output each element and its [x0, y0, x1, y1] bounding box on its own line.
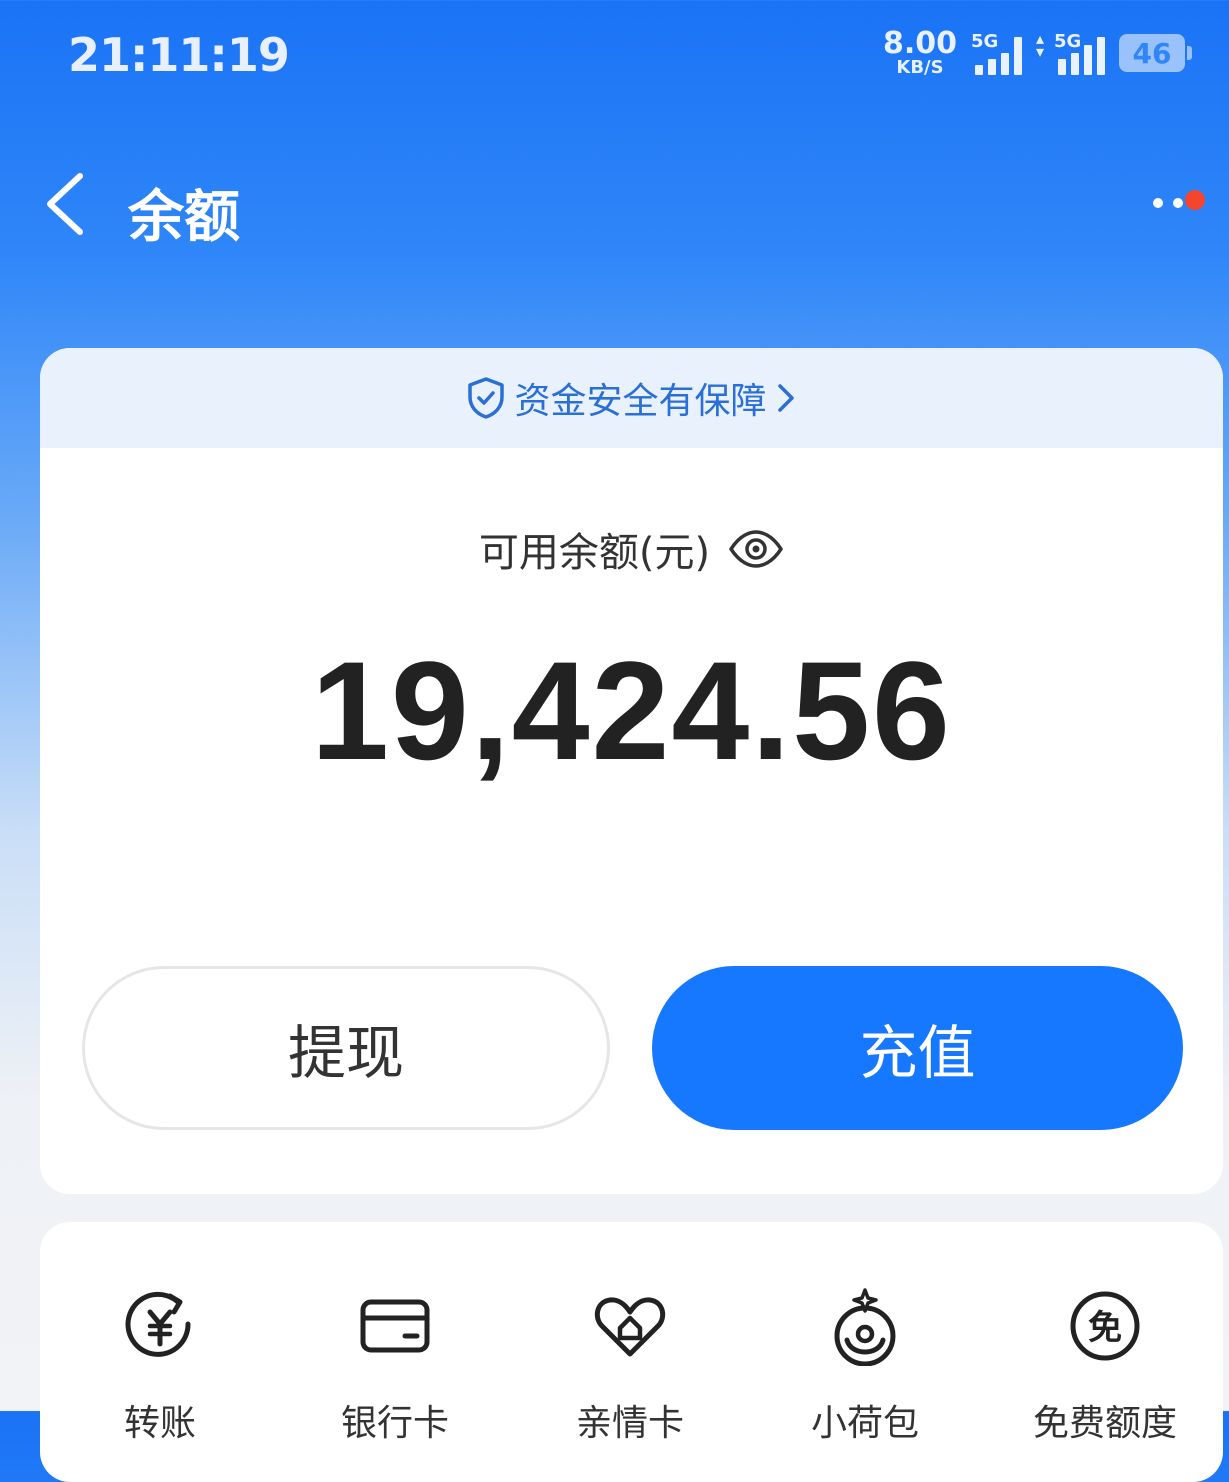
status-bar: 21:11:19 8.00 KB/S 5G ▴ ▾ 5G 46 — [0, 0, 1229, 110]
network-speed-unit: KB/S — [896, 57, 944, 78]
service-label: 亲情卡 — [575, 1403, 684, 1444]
network-speed-value: 8.00 — [882, 26, 957, 61]
balance-card: 资金安全有保障 可用余额(元) 19,424.56 提现 充值 — [40, 348, 1223, 1194]
transfer-yuan-icon — [125, 1291, 191, 1357]
services-card: 转账 银行卡 亲情卡 小荷包 免 免费额度 — [40, 1222, 1223, 1482]
service-label: 免费额度 — [1032, 1403, 1177, 1444]
notification-dot — [1185, 190, 1205, 210]
status-indicators: 8.00 KB/S 5G ▴ ▾ 5G 46 — [883, 28, 1192, 78]
recharge-button[interactable]: 充值 — [652, 966, 1183, 1130]
balance-amount: 19,424.56 — [311, 632, 952, 789]
back-button[interactable] — [40, 168, 96, 238]
service-label: 小荷包 — [810, 1403, 919, 1444]
fund-safety-banner[interactable]: 资金安全有保障 — [40, 348, 1223, 448]
service-transfer[interactable]: 转账 — [80, 1286, 240, 1446]
balance-label-row: 可用余额(元) — [40, 520, 1223, 578]
chevron-right-icon — [777, 384, 794, 412]
purse-icon — [834, 1288, 896, 1366]
bank-card-icon — [360, 1299, 430, 1353]
status-time: 21:11:19 — [68, 28, 290, 82]
data-transfer-icon: ▴ ▾ — [1036, 29, 1045, 61]
free-quota-icon: 免 — [1070, 1291, 1140, 1361]
service-purse[interactable]: 小荷包 — [785, 1286, 945, 1446]
network-speed: 8.00 KB/S — [883, 29, 957, 77]
service-bank-card[interactable]: 银行卡 — [315, 1286, 475, 1446]
sim2-signal-icon: ▴ ▾ 5G — [1036, 31, 1105, 75]
withdraw-button[interactable]: 提现 — [82, 966, 610, 1130]
family-card-heart-icon — [594, 1297, 666, 1357]
toggle-visibility-button[interactable] — [728, 529, 784, 569]
balance-label: 可用余额(元) — [478, 530, 711, 576]
chevron-left-icon — [47, 173, 83, 235]
service-label: 银行卡 — [340, 1403, 449, 1444]
nav-bar: 余额 — [0, 150, 1229, 260]
eye-icon — [729, 530, 783, 568]
shield-check-icon — [468, 377, 505, 419]
svg-text:免: 免 — [1088, 1308, 1122, 1348]
service-free-quota[interactable]: 免 免费额度 — [1025, 1286, 1185, 1446]
service-family-card[interactable]: 亲情卡 — [550, 1286, 710, 1446]
sim1-network-tag: 5G — [971, 31, 999, 52]
battery-icon: 46 — [1119, 34, 1192, 72]
fund-safety-text: 资金安全有保障 — [514, 381, 767, 422]
more-button[interactable] — [1145, 176, 1209, 232]
page-title: 余额 — [128, 185, 240, 250]
sim2-network-tag: 5G — [1054, 31, 1082, 52]
battery-level: 46 — [1132, 36, 1172, 70]
sim1-signal-icon: 5G — [971, 31, 1022, 75]
service-label: 转账 — [123, 1403, 196, 1444]
